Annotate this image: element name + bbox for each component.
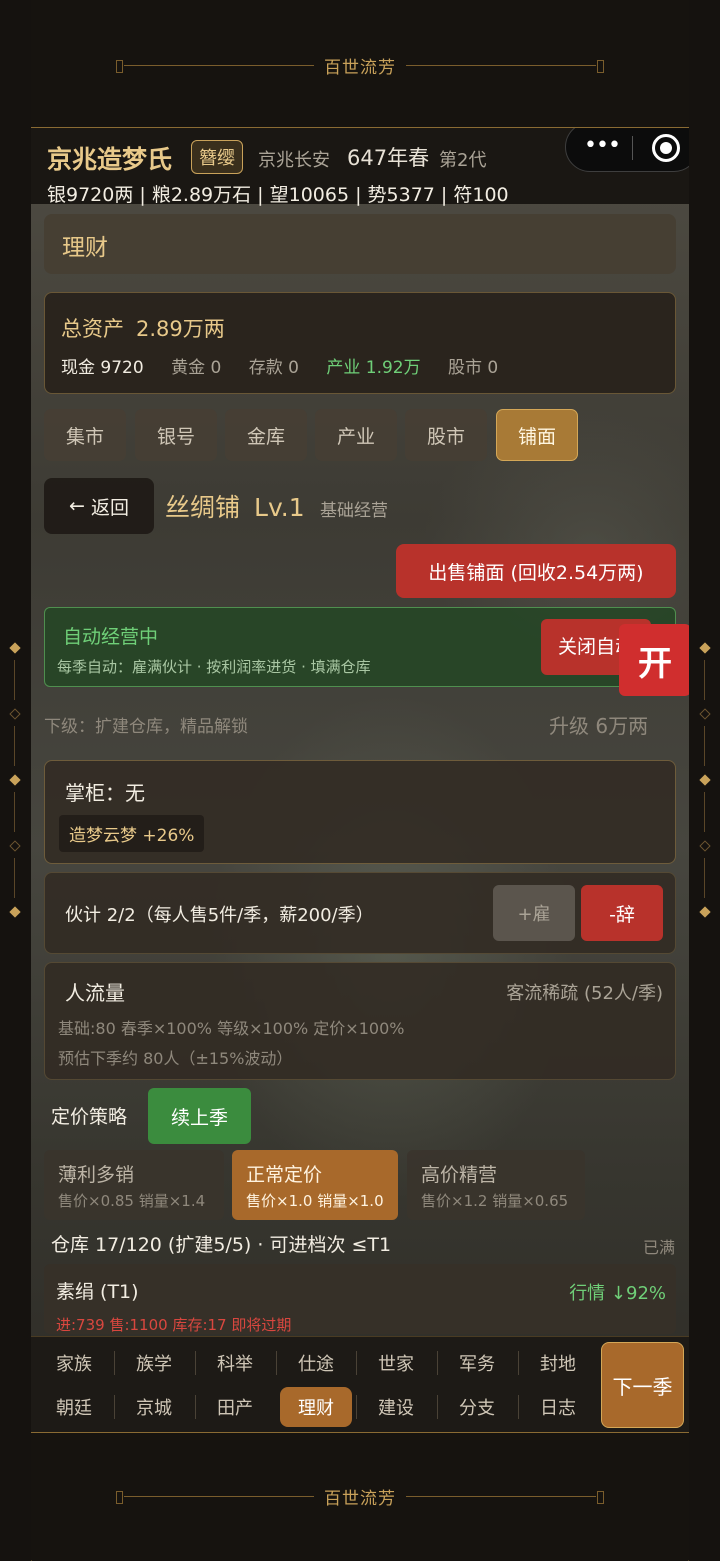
miniprogram-capsule: ••• [565, 128, 689, 172]
manager-bonus-tag: 造梦云梦 +26% [59, 815, 205, 852]
strategy-detail: 售价×1.0 销量×1.0 [246, 1192, 384, 1210]
pricing-strategy-label: 定价策略 [51, 1106, 128, 1128]
asset-breakdown: 现金 9720 黄金 0 存款 0 产业 1.92万 股市 0 [61, 353, 520, 378]
bottom-frame: 百世流芳 [31, 1432, 689, 1560]
tab-stock[interactable]: 股市 [405, 409, 487, 461]
auto-manage-desc: 每季自动：雇满伙计 · 按利润率进货 · 填满仓库 [57, 658, 371, 676]
nav-log[interactable]: 日志 [522, 1387, 594, 1427]
next-level-info: 下级：扩建仓库，精品解锁 [44, 717, 248, 737]
current-year: 647年春 [347, 146, 430, 170]
left-side-ornament [9, 640, 21, 930]
close-miniprogram-icon[interactable] [652, 134, 680, 162]
bottom-nav: 家族 族学 科举 仕途 世家 军务 封地 朝廷 京城 田产 理财 建设 分支 日… [31, 1336, 689, 1433]
hire-button[interactable]: +雇 [493, 885, 575, 941]
strategy-name: 正常定价 [246, 1164, 323, 1186]
nav-clans[interactable]: 世家 [360, 1343, 432, 1383]
right-side-ornament [699, 640, 711, 930]
nav-court[interactable]: 朝廷 [38, 1387, 110, 1427]
stock-value: 股市 0 [448, 358, 499, 378]
strategy-high-price[interactable]: 高价精营 售价×1.2 销量×0.65 [407, 1150, 585, 1220]
nav-career[interactable]: 仕途 [280, 1343, 352, 1383]
nav-school[interactable]: 族学 [118, 1343, 190, 1383]
strategy-detail: 售价×0.85 销量×1.4 [58, 1192, 206, 1210]
shop-name: 丝绸铺 [165, 493, 241, 522]
strategy-normal-price[interactable]: 正常定价 售价×1.0 销量×1.0 [232, 1150, 398, 1220]
shop-mode: 基础经营 [320, 501, 388, 521]
auto-manage-title: 自动经营中 [63, 626, 159, 648]
traffic-title: 人流量 [65, 981, 125, 1005]
more-icon[interactable]: ••• [584, 133, 621, 158]
staff-card: 伙计 2/2（每人售5件/季，薪200/季） +雇 -辞 [44, 872, 676, 954]
asset-summary: 总资产 2.89万两 现金 9720 黄金 0 存款 0 产业 1.92万 股市 … [44, 292, 676, 394]
industry-value: 产业 1.92万 [326, 358, 421, 378]
nav-fief[interactable]: 封地 [522, 1343, 594, 1383]
tab-vault[interactable]: 金库 [225, 409, 307, 461]
shop-title: 丝绸铺 Lv.1 [165, 488, 305, 524]
traffic-card: 人流量 客流稀疏 (52人/季) 基础:80 春季×100% 等级×100% 定… [44, 962, 676, 1080]
strategy-low-price[interactable]: 薄利多销 售价×0.85 销量×1.4 [44, 1150, 224, 1220]
traffic-forecast: 预估下季约 80人（±15%波动） [58, 1049, 293, 1068]
tab-market[interactable]: 集市 [44, 409, 126, 461]
fire-button[interactable]: -辞 [581, 885, 663, 941]
tab-bank[interactable]: 银号 [135, 409, 217, 461]
nav-exam[interactable]: 科举 [199, 1343, 271, 1383]
arrow-left-icon: ← [69, 495, 85, 517]
sell-shop-button[interactable]: 出售铺面 (回收2.54万两) [396, 544, 676, 598]
manager-title: 掌柜：无 [65, 781, 145, 805]
deposit-value: 存款 0 [248, 358, 299, 378]
nav-construction[interactable]: 建设 [360, 1387, 432, 1427]
traffic-status: 客流稀疏 (52人/季) [506, 983, 663, 1004]
goods-name: 素绢 (T1) [56, 1281, 139, 1303]
cash-value: 现金 9720 [61, 358, 144, 378]
goods-stats: 进:739 售:1100 库存:17 即将过期 [56, 1316, 292, 1334]
rank-badge: 簪缨 [191, 140, 243, 174]
top-banner-text: 百世流芳 [324, 57, 396, 78]
upgrade-button[interactable]: 升级 6万两 [549, 710, 648, 739]
nav-farmland[interactable]: 田产 [199, 1387, 271, 1427]
generation: 第2代 [439, 150, 487, 171]
nav-capital[interactable]: 京城 [118, 1387, 190, 1427]
warehouse-status: 已满 [642, 1238, 675, 1257]
game-panel: 京兆造梦氏 簪缨 京兆长安 647年春 第2代 银9720两 | 粮2.89万石… [31, 128, 689, 1433]
continue-last-season-button[interactable]: 续上季 [148, 1088, 251, 1144]
section-title: 理财 [62, 235, 108, 261]
staff-info: 伙计 2/2（每人售5件/季，薪200/季） [65, 905, 374, 926]
strategy-detail: 售价×1.2 销量×0.65 [421, 1192, 569, 1210]
traffic-factors: 基础:80 春季×100% 等级×100% 定价×100% [58, 1019, 405, 1038]
shop-level: Lv.1 [254, 493, 305, 522]
tab-industry[interactable]: 产业 [315, 409, 397, 461]
total-assets-label: 总资产 [61, 317, 124, 341]
gold-value: 黄金 0 [171, 358, 222, 378]
goods-market: 行情 ↓92% [569, 1283, 666, 1304]
nav-family[interactable]: 家族 [38, 1343, 110, 1383]
top-frame: 百世流芳 [31, 0, 689, 128]
strategy-name: 薄利多销 [58, 1164, 135, 1186]
nav-branch[interactable]: 分支 [441, 1387, 513, 1427]
nav-military[interactable]: 军务 [441, 1343, 513, 1383]
top-banner: 百世流芳 [31, 50, 689, 80]
goods-item[interactable]: 素绢 (T1) 行情 ↓92% 进:739 售:1100 库存:17 即将过期 [44, 1264, 676, 1334]
back-label: 返回 [90, 496, 129, 519]
total-assets: 总资产 2.89万两 [61, 313, 225, 343]
strategy-name: 高价精营 [421, 1164, 498, 1186]
total-assets-value: 2.89万两 [136, 317, 225, 341]
back-button[interactable]: ← 返回 [44, 478, 154, 534]
section-header: 理财 [44, 214, 676, 274]
resource-stats: 银9720两 | 粮2.89万石 | 望10065 | 势5377 | 符100 [47, 184, 509, 206]
family-name: 京兆造梦氏 [47, 145, 173, 174]
tab-shops[interactable]: 铺面 [496, 409, 578, 461]
bottom-banner: 百世流芳 [31, 1481, 689, 1511]
warehouse-info: 仓库 17/120 (扩建5/5) · 可进档次 ≤T1 [51, 1234, 392, 1256]
header: 京兆造梦氏 簪缨 京兆长安 647年春 第2代 银9720两 | 粮2.89万石… [31, 128, 689, 206]
location: 京兆长安 [258, 150, 330, 171]
nav-finance[interactable]: 理财 [280, 1387, 352, 1427]
next-season-button[interactable]: 下一季 [601, 1342, 684, 1428]
open-button[interactable]: 开 [619, 624, 689, 696]
manager-card: 掌柜：无 造梦云梦 +26% [44, 760, 676, 864]
bottom-banner-text: 百世流芳 [324, 1488, 396, 1509]
